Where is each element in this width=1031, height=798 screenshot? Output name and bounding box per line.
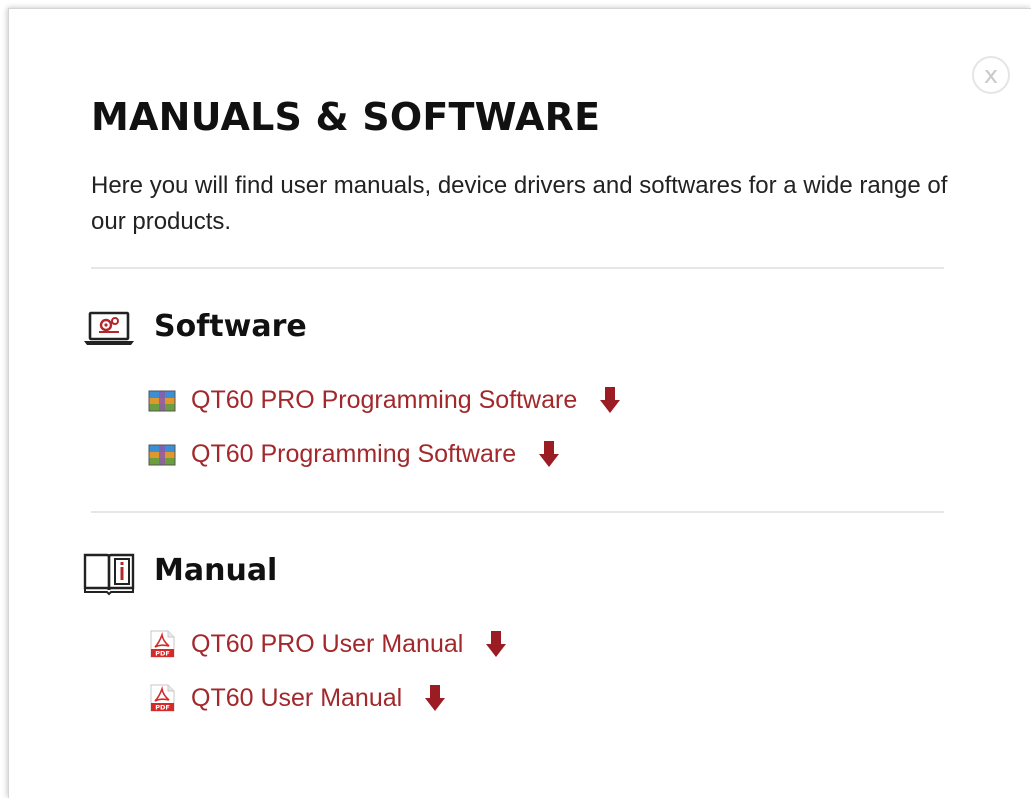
download-link-qt60-pro-manual[interactable]: PDF QT60 PRO User Manual [147,627,507,661]
download-link-label: QT60 User Manual [191,683,403,712]
download-link-qt60-manual[interactable]: PDF QT60 User Manual [147,681,446,715]
download-arrow-icon[interactable] [485,630,507,658]
laptop-settings-icon [84,311,134,345]
svg-text:PDF: PDF [155,704,170,712]
divider [91,267,944,269]
manuals-software-modal: x MANUALS & SOFTWARE Here you will find … [8,8,1031,798]
pdf-file-icon: PDF [150,684,175,712]
close-button[interactable]: x [972,56,1010,94]
close-icon: x [983,61,999,89]
download-link-label: QT60 PRO User Manual [191,629,464,658]
intro-text: Here you will find user manuals, device … [91,172,948,235]
download-link-label: QT60 Programming Software [191,439,517,468]
manual-section-title: Manual [154,553,278,588]
download-link-qt60-pro-software[interactable]: QT60 PRO Programming Software [147,383,621,417]
download-arrow-icon[interactable] [538,440,560,468]
software-section-title: Software [154,309,307,344]
page-title: MANUALS & SOFTWARE [91,95,601,139]
download-arrow-icon[interactable] [599,386,621,414]
info-book-icon [83,553,135,596]
download-link-qt60-software[interactable]: QT60 Programming Software [147,437,560,471]
svg-text:PDF: PDF [155,650,170,658]
archive-file-icon [148,390,176,412]
pdf-file-icon: PDF [150,630,175,658]
download-arrow-icon[interactable] [424,684,446,712]
archive-file-icon [148,444,176,466]
download-link-label: QT60 PRO Programming Software [191,385,578,414]
divider [91,511,944,513]
